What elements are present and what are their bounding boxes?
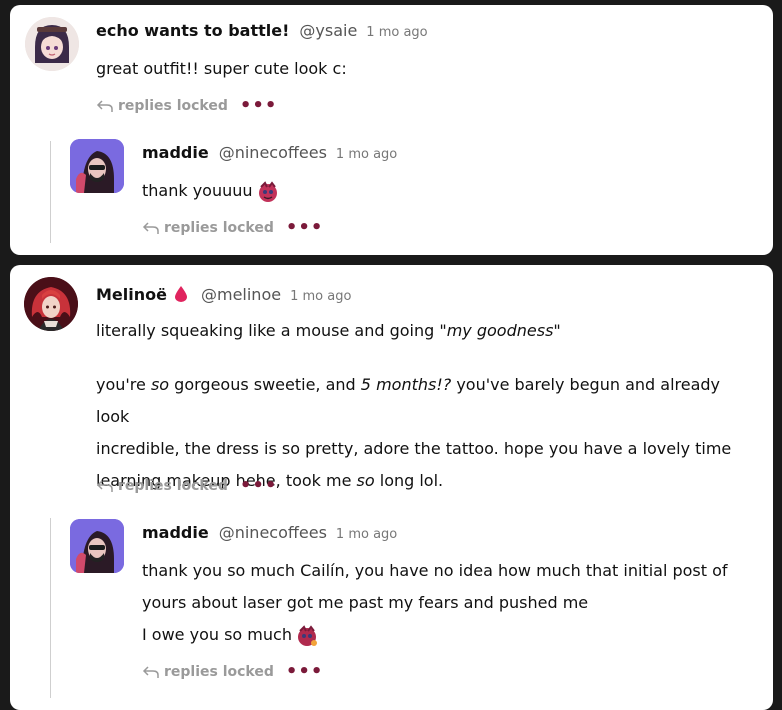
- comment-paragraph: you're so gorgeous sweetie, and 5 months…: [96, 375, 721, 426]
- author-handle[interactable]: @ninecoffees: [219, 523, 327, 542]
- reply-line: yours about laser got me past my fears a…: [142, 593, 589, 612]
- emoji-sticker-icon: [296, 624, 318, 647]
- more-options-icon[interactable]: •••: [286, 219, 324, 237]
- reply-actions: replies locked •••: [142, 219, 324, 237]
- author-name[interactable]: Melinoë: [96, 285, 167, 304]
- avatar[interactable]: [25, 17, 79, 71]
- replies-locked-label: replies locked: [164, 220, 274, 236]
- reply-arrow-icon: [142, 222, 159, 234]
- author-handle[interactable]: @ninecoffees: [219, 143, 327, 162]
- avatar[interactable]: [24, 277, 78, 331]
- emoji-sticker-icon: [257, 180, 279, 203]
- comment-actions: replies locked •••: [96, 477, 278, 495]
- timestamp[interactable]: 1 mo ago: [336, 527, 397, 542]
- reply-body: thank you so much Cailín, you have no id…: [142, 555, 762, 651]
- author-name[interactable]: maddie: [142, 523, 209, 542]
- comment-paragraph: incredible, the dress is so pretty, ador…: [96, 439, 732, 458]
- replies-locked-label: replies locked: [118, 98, 228, 114]
- comment-paragraph: literally squeaking like a mouse and goi…: [96, 321, 561, 340]
- comment-card: Melinoë @melinoe 1 mo ago literally sque…: [10, 265, 773, 710]
- thread-line: [50, 518, 51, 698]
- author-name[interactable]: echo wants to battle!: [96, 21, 289, 40]
- thread-line: [50, 141, 51, 243]
- more-options-icon[interactable]: •••: [240, 97, 278, 115]
- author-handle[interactable]: @ysaie: [299, 21, 357, 40]
- comment-body: literally squeaking like a mouse and goi…: [96, 315, 756, 497]
- comment-card: echo wants to battle! @ysaie 1 mo ago gr…: [10, 5, 773, 255]
- timestamp[interactable]: 1 mo ago: [290, 289, 351, 304]
- timestamp[interactable]: 1 mo ago: [366, 25, 427, 40]
- avatar[interactable]: [70, 519, 124, 573]
- reply-arrow-icon: [96, 100, 113, 112]
- comment-actions: replies locked •••: [96, 97, 278, 115]
- replies-locked-label: replies locked: [118, 478, 228, 494]
- reply-text: thank youuuu: [142, 181, 253, 200]
- more-options-icon[interactable]: •••: [240, 477, 278, 495]
- reply-arrow-icon: [142, 666, 159, 678]
- blood-drop-icon: [174, 286, 187, 302]
- reply-actions: replies locked •••: [142, 663, 324, 681]
- author-handle[interactable]: @melinoe: [201, 285, 281, 304]
- avatar[interactable]: [70, 139, 124, 193]
- reply-body: thank youuuu: [142, 175, 279, 207]
- reply-line: thank you so much Cailín, you have no id…: [142, 561, 728, 580]
- reply-arrow-icon: [96, 480, 113, 492]
- comment-body: great outfit!! super cute look c:: [96, 53, 347, 85]
- replies-locked-label: replies locked: [164, 664, 274, 680]
- more-options-icon[interactable]: •••: [286, 663, 324, 681]
- timestamp[interactable]: 1 mo ago: [336, 147, 397, 162]
- comment-text: great outfit!! super cute look c:: [96, 59, 347, 78]
- author-name[interactable]: maddie: [142, 143, 209, 162]
- reply-line: I owe you so much: [142, 619, 762, 651]
